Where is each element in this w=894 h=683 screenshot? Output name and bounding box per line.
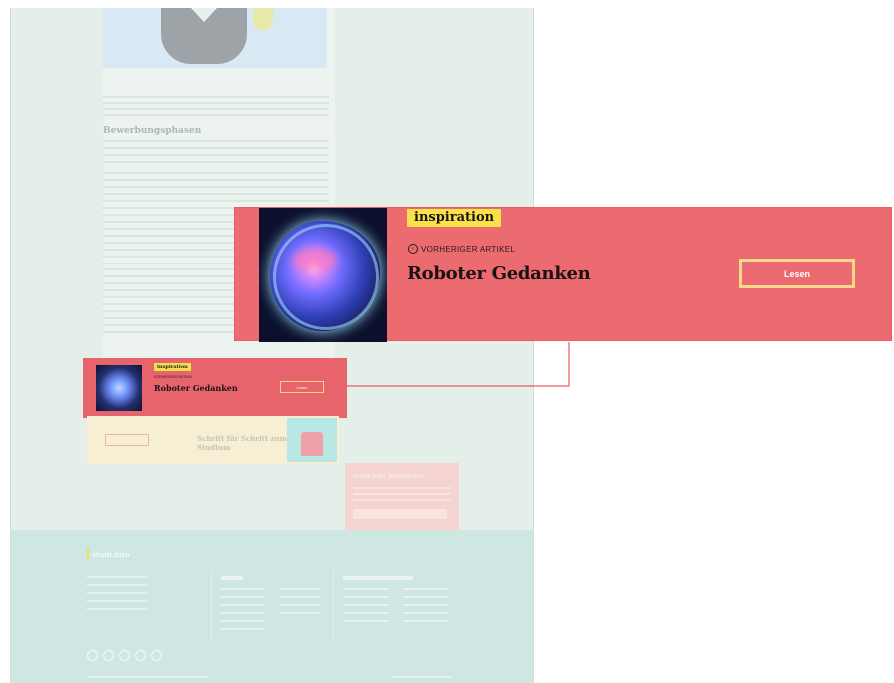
previous-article-label: ‹ VORHERIGER ARTIKEL: [408, 244, 515, 254]
social-icon[interactable]: [87, 650, 98, 661]
newsletter-text: [353, 487, 451, 501]
cake-illustration: [287, 418, 337, 462]
footer-column-heading: [343, 576, 413, 580]
social-icon[interactable]: [151, 650, 162, 661]
footer-logo[interactable]: studi.info: [92, 550, 130, 559]
intro-paragraph: [103, 96, 329, 120]
hand-shape: [253, 8, 273, 30]
footer-copyright: [87, 676, 207, 678]
cake-shape: [301, 432, 323, 456]
previous-article-text: VORHERIGER ARTIKEL: [421, 244, 516, 254]
footer-link-list[interactable]: [279, 588, 319, 620]
article-teaser-zoomed[interactable]: inspiration ‹ VORHERIGER ARTIKEL Roboter…: [234, 207, 892, 342]
logo-mark: [87, 548, 89, 560]
footer-link-list[interactable]: [343, 588, 389, 628]
social-icon[interactable]: [135, 650, 146, 661]
social-icons: [87, 650, 162, 661]
read-button-small[interactable]: Lesen: [280, 381, 324, 393]
footer-divider: [333, 570, 334, 640]
teaser-title-small: Roboter Gedanken: [154, 383, 238, 393]
background-webpage: Bewerbungsphasen inspiration VORHERIGER …: [10, 8, 534, 683]
teaser-tag-small: inspiration: [154, 363, 191, 371]
small-article-teaser[interactable]: inspiration VORHERIGER ARTIKEL Roboter G…: [83, 358, 347, 418]
section-heading: Bewerbungsphasen: [103, 126, 202, 136]
chevron-left-circle-icon: ‹: [408, 244, 418, 254]
card-button[interactable]: [105, 434, 149, 446]
study-steps-card[interactable]: Schritt für Schritt zum Studium: [87, 416, 339, 464]
hero-illustration: [103, 8, 327, 68]
orb-glow: [293, 248, 337, 272]
teaser-thumbnail: [259, 208, 387, 342]
site-footer: studi.info: [11, 530, 533, 683]
newsletter-email-input[interactable]: [353, 509, 447, 519]
footer-link-list[interactable]: [403, 588, 449, 628]
footer-link-list[interactable]: [221, 588, 265, 636]
social-icon[interactable]: [103, 650, 114, 661]
card-title: Schritt für Schritt zum Studium: [197, 434, 288, 452]
category-tag: inspiration: [407, 209, 502, 227]
article-title[interactable]: Roboter Gedanken: [407, 263, 591, 284]
footer-link-list[interactable]: [87, 576, 147, 616]
footer-column-heading: [221, 576, 243, 580]
teaser-thumbnail-small: [96, 365, 142, 411]
social-icon[interactable]: [119, 650, 130, 661]
footer-legal-links[interactable]: [391, 676, 451, 678]
newsletter-title: studi.info Newsletter: [353, 473, 424, 480]
teaser-prev-label-small: VORHERIGER ARTIKEL: [154, 375, 193, 379]
read-button[interactable]: Lesen: [739, 259, 855, 288]
footer-divider: [211, 570, 212, 640]
orb-ring: [273, 224, 379, 330]
date-lines: [103, 140, 329, 166]
